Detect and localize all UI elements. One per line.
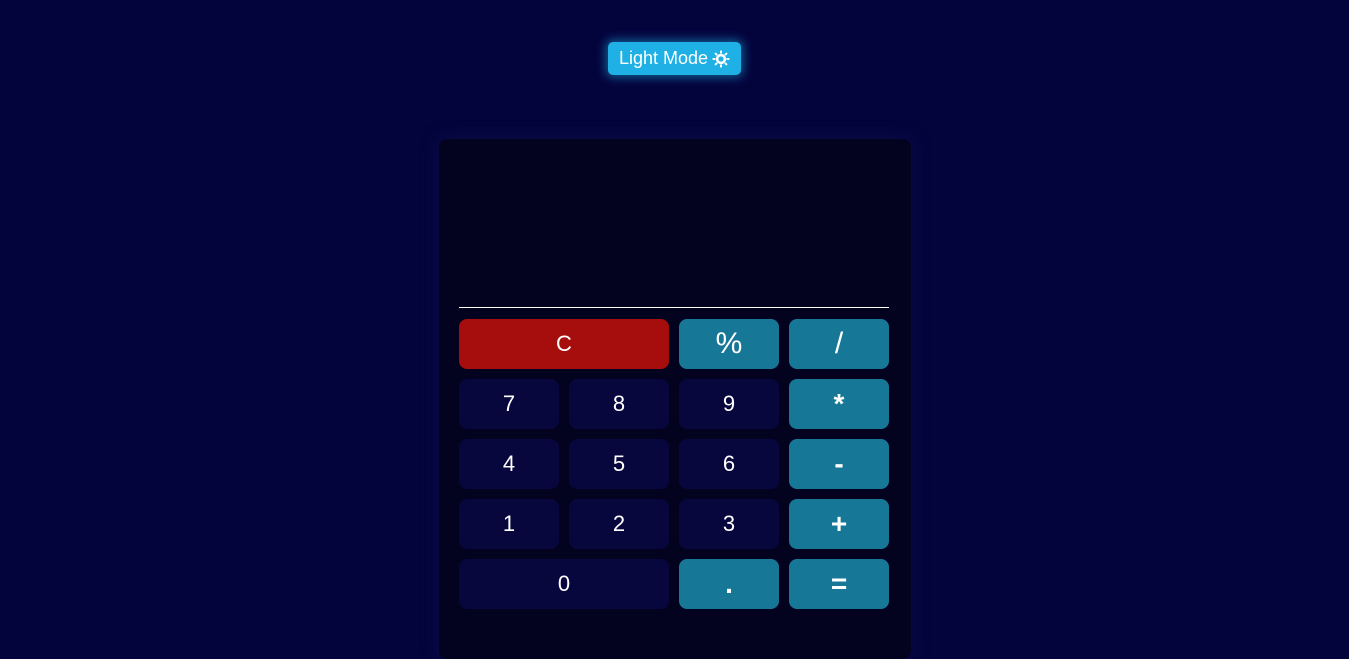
digit-9-button[interactable]: 9 bbox=[679, 379, 779, 429]
decimal-button[interactable]: . bbox=[679, 559, 779, 609]
digit-0-button[interactable]: 0 bbox=[459, 559, 669, 609]
add-button[interactable]: + bbox=[789, 499, 889, 549]
digit-8-button[interactable]: 8 bbox=[569, 379, 669, 429]
digit-5-button[interactable]: 5 bbox=[569, 439, 669, 489]
subtract-button[interactable]: - bbox=[789, 439, 889, 489]
digit-2-button[interactable]: 2 bbox=[569, 499, 669, 549]
digit-3-button[interactable]: 3 bbox=[679, 499, 779, 549]
light-mode-toggle-button[interactable]: Light Mode bbox=[608, 42, 741, 75]
digit-1-button[interactable]: 1 bbox=[459, 499, 559, 549]
digit-6-button[interactable]: 6 bbox=[679, 439, 779, 489]
sun-icon bbox=[712, 50, 730, 68]
digit-4-button[interactable]: 4 bbox=[459, 439, 559, 489]
multiply-button[interactable]: * bbox=[789, 379, 889, 429]
light-mode-label: Light Mode bbox=[618, 48, 709, 68]
percent-button[interactable]: % bbox=[679, 319, 779, 369]
clear-button[interactable]: C bbox=[459, 319, 669, 369]
calculator-display bbox=[459, 139, 889, 308]
digit-7-button[interactable]: 7 bbox=[459, 379, 559, 429]
equals-button[interactable]: = bbox=[789, 559, 889, 609]
divide-button[interactable]: / bbox=[789, 319, 889, 369]
calculator: C % / 7 8 9 * 4 5 6 - 1 2 3 + 0 . = bbox=[439, 139, 911, 659]
